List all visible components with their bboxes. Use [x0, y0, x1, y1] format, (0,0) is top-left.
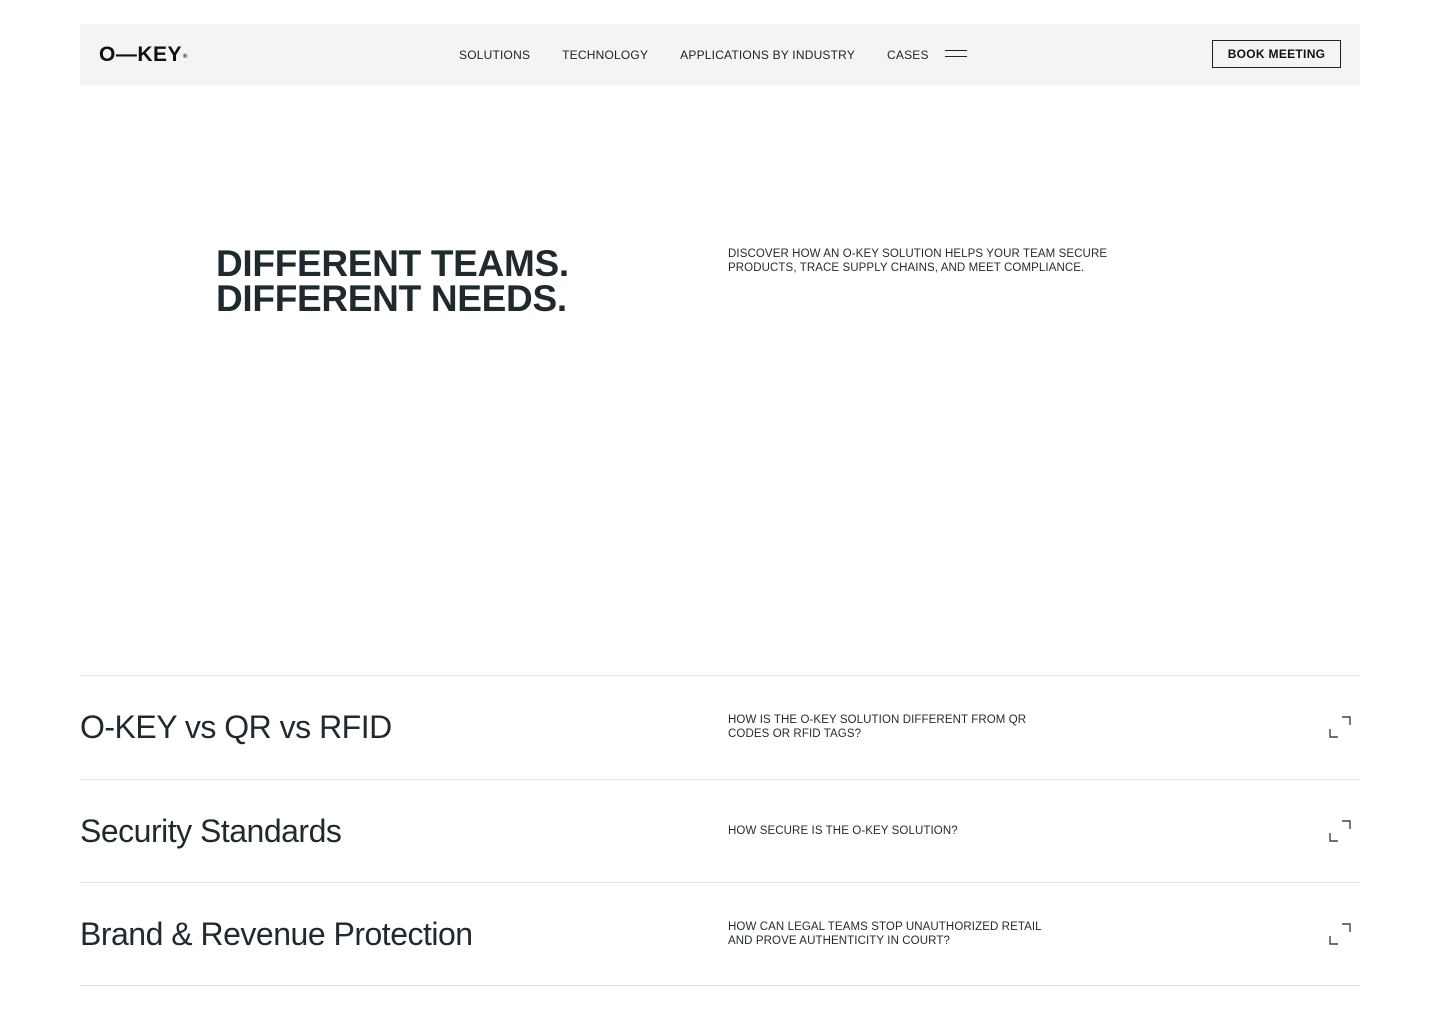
faq-item-security-standards[interactable]: Security Standards HOW SECURE IS THE O-K…: [80, 779, 1360, 882]
hero-description: DISCOVER HOW AN O-KEY SOLUTION HELPS YOU…: [728, 248, 1108, 274]
nav-link-solutions[interactable]: SOLUTIONS: [459, 48, 530, 62]
hero-title: DIFFERENT TEAMS. DIFFERENT NEEDS.: [216, 243, 636, 319]
hamburger-line: [945, 56, 967, 57]
faq-title: O-KEY vs QR vs RFID: [80, 709, 392, 745]
top-navigation-bar: O—KEY® SOLUTIONS TECHNOLOGY APPLICATIONS…: [80, 24, 1360, 85]
nav-link-technology[interactable]: TECHNOLOGY: [562, 48, 648, 62]
hamburger-line: [945, 50, 967, 51]
logo-text: O—KEY: [99, 43, 183, 66]
faq-title: Brand & Revenue Protection: [80, 916, 473, 952]
faq-question: HOW SECURE IS THE O-KEY SOLUTION?: [728, 825, 958, 837]
nav-link-cases[interactable]: CASES: [887, 48, 929, 62]
faq-accordion: O-KEY vs QR vs RFID HOW IS THE O-KEY SOL…: [80, 675, 1360, 986]
registered-mark: ®: [183, 54, 188, 60]
expand-icon[interactable]: [1329, 820, 1351, 842]
expand-icon[interactable]: [1329, 716, 1351, 738]
faq-title: Security Standards: [80, 813, 342, 849]
faq-question: HOW IS THE O-KEY SOLUTION DIFFERENT FROM…: [728, 714, 1027, 740]
faq-question: HOW CAN LEGAL TEAMS STOP UNAUTHORIZED RE…: [728, 921, 1042, 947]
hero-title-line-2: DIFFERENT NEEDS.: [216, 278, 567, 319]
expand-icon[interactable]: [1329, 923, 1351, 945]
main-nav: SOLUTIONS TECHNOLOGY APPLICATIONS BY IND…: [459, 47, 961, 63]
okey-logo[interactable]: O—KEY®: [99, 43, 188, 67]
book-meeting-button[interactable]: BOOK MEETING: [1212, 40, 1341, 68]
nav-link-applications-by-industry[interactable]: APPLICATIONS BY INDUSTRY: [680, 48, 855, 62]
faq-item-okey-vs-qr-vs-rfid[interactable]: O-KEY vs QR vs RFID HOW IS THE O-KEY SOL…: [80, 675, 1360, 779]
hero-title-line-1: DIFFERENT TEAMS.: [216, 243, 569, 284]
hamburger-icon[interactable]: [945, 49, 967, 59]
faq-item-brand-revenue-protection[interactable]: Brand & Revenue Protection HOW CAN LEGAL…: [80, 882, 1360, 986]
